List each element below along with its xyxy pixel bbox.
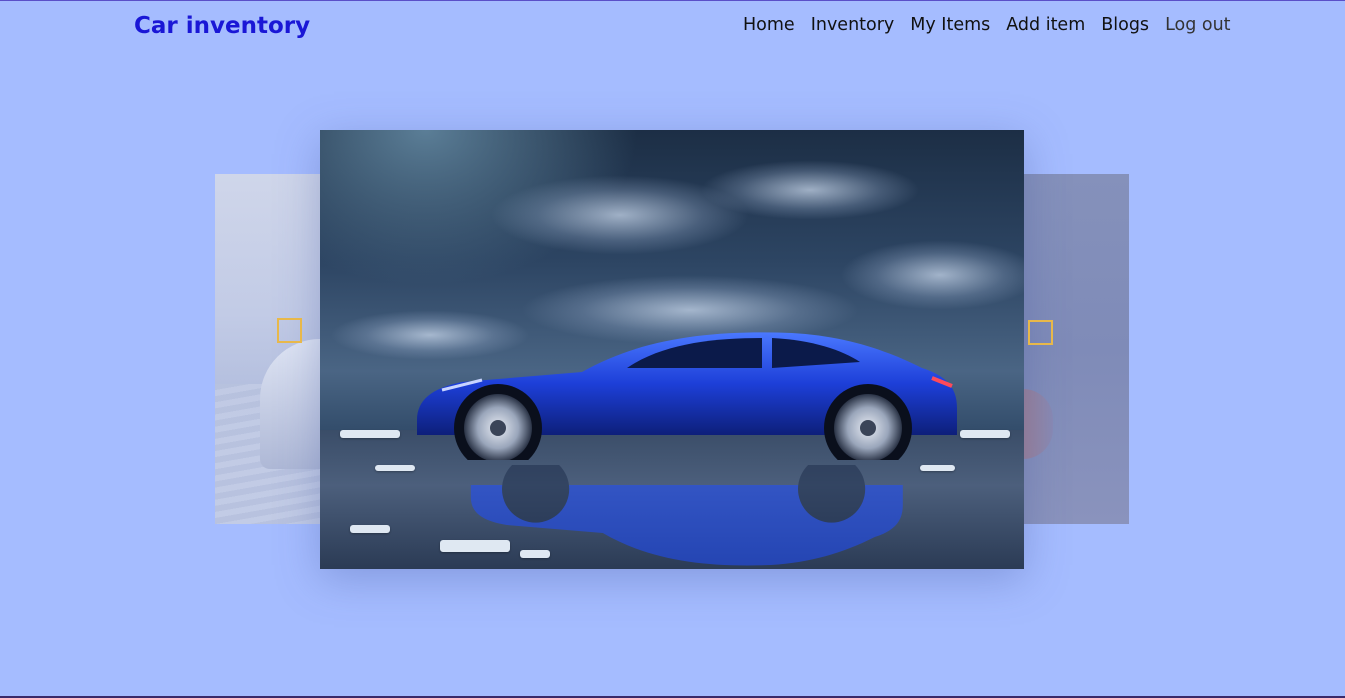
ice-decoration	[375, 465, 415, 471]
slide-car-image	[1023, 389, 1053, 459]
ice-decoration	[350, 525, 390, 533]
slide-car-image	[260, 339, 321, 469]
image-carousel	[0, 1, 1345, 698]
cloud-decoration	[700, 160, 920, 220]
cloud-decoration	[840, 240, 1024, 310]
ice-decoration	[960, 430, 1010, 438]
ice-decoration	[340, 430, 400, 438]
carousel-slide-active	[320, 130, 1024, 569]
carousel-next-button[interactable]	[1028, 320, 1053, 345]
car-image	[417, 332, 957, 460]
carousel-slide-previous[interactable]	[215, 174, 321, 524]
carousel-prev-button[interactable]	[277, 318, 302, 343]
carousel-slide-next[interactable]	[1023, 174, 1129, 524]
car-reflection-image	[470, 465, 903, 566]
